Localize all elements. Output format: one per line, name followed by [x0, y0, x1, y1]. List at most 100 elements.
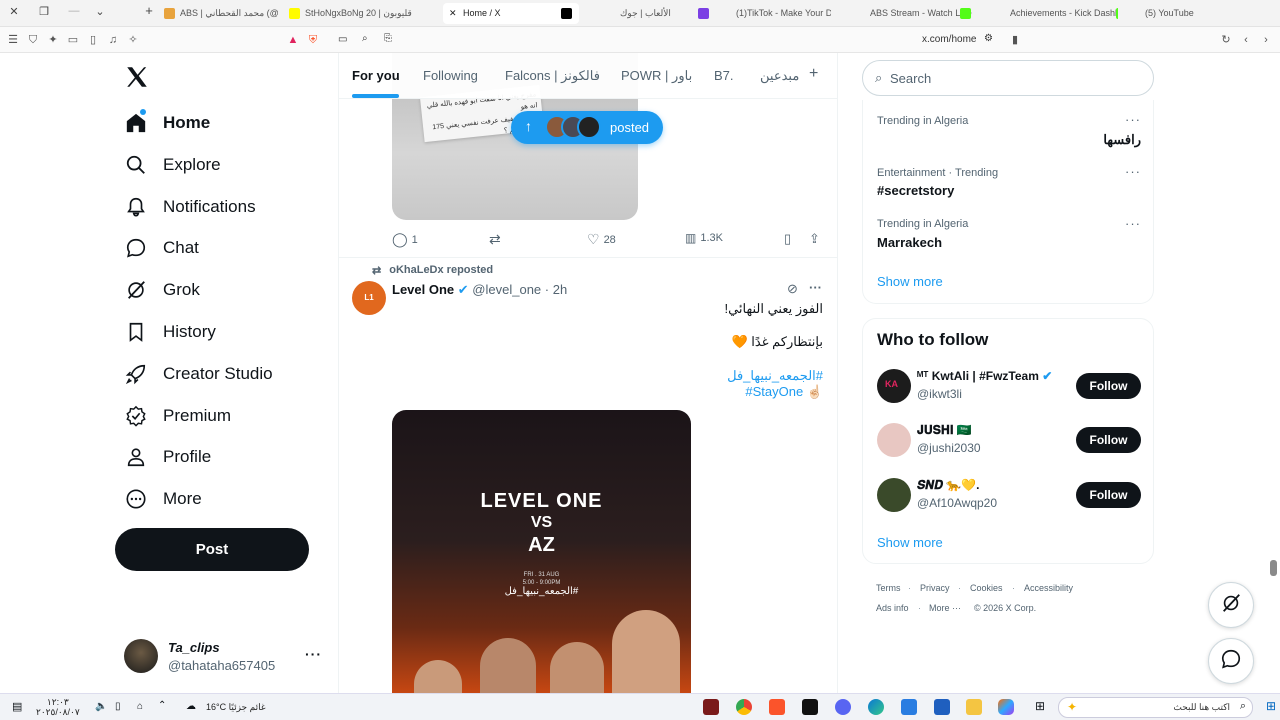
nav-profile[interactable]: Profile — [115, 437, 211, 477]
nav-grok[interactable]: Grok — [115, 270, 200, 310]
brave-shield-icon[interactable]: ⛨ — [306, 33, 320, 47]
post-media[interactable]: LEVEL ONE VS AZ FRI . 31 AUG 5:00 - 9:00… — [392, 410, 691, 693]
more-dots-icon[interactable]: ··· — [305, 646, 322, 662]
nav-history[interactable]: History — [115, 312, 216, 352]
follow-suggestion[interactable]: 𝐉𝐔𝐒𝐇𝐈 🇸🇦 @jushi2030 Follow — [863, 415, 1155, 465]
zoom-icon[interactable]: ⌕ — [362, 33, 368, 44]
more-dots-icon[interactable]: ··· — [809, 280, 822, 295]
footer-link[interactable]: Privacy — [920, 583, 950, 593]
close-window-icon[interactable]: ✕ — [6, 5, 22, 18]
author-name[interactable]: Level One — [392, 282, 454, 297]
more-dots-icon[interactable]: ··· — [1125, 112, 1141, 127]
tab-powr[interactable]: POWR | باور — [621, 68, 692, 84]
avatar[interactable]: L1 — [352, 281, 386, 315]
copilot-icon[interactable] — [998, 699, 1014, 715]
sidebar-icon[interactable]: ▯ — [86, 33, 100, 47]
app-icon[interactable] — [703, 699, 719, 715]
chrome-icon[interactable] — [736, 699, 752, 715]
follow-suggestion[interactable]: 𝑺𝑵𝑫 🐆💛. @Af10Awqp20 Follow — [863, 470, 1155, 520]
footer-link[interactable]: Ads info — [876, 603, 909, 613]
tab-for-you[interactable]: For you — [352, 68, 400, 83]
brave-icon[interactable] — [769, 699, 785, 715]
like-button[interactable]: ♡ 28 — [587, 231, 616, 248]
discord-icon[interactable] — [835, 699, 851, 715]
bookmark-button[interactable]: ▯ — [784, 231, 791, 247]
grok-icon[interactable]: ⊘ — [787, 281, 798, 297]
site-settings-icon[interactable]: ⚙ — [984, 33, 993, 44]
browser-tab[interactable]: ABS Stream - Watch Live on K — [850, 3, 974, 24]
hashtag-link[interactable]: #الجمعه_نبيها_فل — [727, 368, 823, 384]
repost-label[interactable]: oKhaLeDx reposted — [389, 264, 493, 277]
add-tab-icon[interactable]: + — [809, 65, 818, 83]
network-icon[interactable]: ▯ — [115, 701, 131, 717]
edge-icon[interactable] — [868, 699, 884, 715]
notification-icon[interactable]: ▤ — [12, 700, 28, 716]
show-more-link[interactable]: Show more — [877, 274, 943, 289]
footer-link[interactable]: Cookies — [970, 583, 1003, 593]
puzzle-icon[interactable]: ✧ — [126, 33, 140, 47]
tab-list-icon[interactable]: ⌄ — [92, 5, 108, 18]
capcut-icon[interactable] — [802, 699, 818, 715]
account-switcher[interactable]: Ta_clips @tahataha657405 ··· — [115, 634, 325, 678]
nav-premium[interactable]: Premium — [115, 396, 231, 436]
browser-tab[interactable]: ABS | محمد القحطاني (@absq — [160, 3, 278, 24]
restore-window-icon[interactable]: ❐ — [36, 5, 52, 18]
new-posts-pill[interactable]: ↑ posted — [511, 111, 663, 144]
clock[interactable]: ١٢:٠٣ ٢٠٢٥/٠٨/٠٧ — [36, 697, 80, 717]
start-icon[interactable]: ⊞ — [1263, 699, 1279, 715]
browser-tab[interactable]: StHoNgxBoNg 20 | قليوبون — [285, 3, 425, 24]
search-input[interactable]: ⌕ Search — [862, 60, 1154, 96]
reload-icon[interactable]: ↻ — [1219, 33, 1233, 47]
back-icon[interactable]: ‹ — [1239, 33, 1253, 47]
browser-tab[interactable]: (1)TikTok - Make Your Day — [716, 3, 831, 24]
url-text[interactable]: x.com/home — [922, 34, 976, 45]
follow-suggestion[interactable]: KA ᴹᵀ KwtAli | #FwzTeam ✔ @ikwt3li Follo… — [863, 361, 1155, 411]
nav-more[interactable]: More — [115, 479, 202, 519]
footer-link[interactable]: Terms — [876, 583, 901, 593]
grok-fab[interactable] — [1208, 582, 1254, 628]
store-icon[interactable] — [934, 699, 950, 715]
nav-notifications[interactable]: Notifications — [115, 187, 256, 227]
follow-button[interactable]: Follow — [1076, 373, 1141, 399]
footer-link[interactable]: Accessibility — [1024, 583, 1073, 593]
nav-home[interactable]: Home — [115, 103, 210, 143]
messages-fab[interactable] — [1208, 638, 1254, 684]
hashtag-link[interactable]: #StayOne ☝🏻 — [745, 384, 823, 400]
trend-item[interactable]: Entertainment · Trending ··· #secretstor… — [863, 158, 1155, 208]
more-dots-icon[interactable]: ··· — [1125, 164, 1141, 179]
more-dots-icon[interactable]: ··· — [1125, 216, 1141, 231]
tab-close-icon[interactable]: ✕ — [449, 3, 457, 24]
browser-tab[interactable]: (5) YouTube — [1125, 3, 1205, 24]
battery-icon[interactable]: ⌂ — [137, 701, 153, 717]
address-bar[interactable]: ▭ ⌕ ⎘ x.com/home ⚙ — [338, 30, 1002, 50]
share-button[interactable]: ⇪ — [809, 231, 820, 247]
post-button[interactable]: Post — [115, 528, 309, 571]
trend-item[interactable]: Trending in Algeria ··· رافسها — [863, 106, 1155, 156]
task-view-icon[interactable]: ⊞ — [1032, 699, 1048, 715]
footer-link[interactable]: More ··· — [929, 603, 961, 613]
warning-icon[interactable]: ▲ — [286, 33, 300, 47]
reply-button[interactable]: ◯ 1 — [392, 231, 418, 248]
translate-icon[interactable]: ⎘ — [384, 33, 392, 44]
tab-b7[interactable]: B7. — [714, 68, 734, 83]
repost-button[interactable]: ⇄ — [489, 231, 501, 248]
browser-tab[interactable]: الألعاب | جوك — [600, 3, 710, 24]
nav-chat[interactable]: Chat — [115, 228, 199, 268]
volume-icon[interactable]: 🔈 — [95, 701, 111, 717]
post-time[interactable]: 2h — [553, 282, 567, 297]
x-logo-icon[interactable] — [124, 64, 150, 90]
bookmark-page-icon[interactable]: ▮ — [1008, 33, 1022, 47]
folder-icon[interactable] — [966, 699, 982, 715]
minimize-window-icon[interactable]: — — [66, 5, 82, 17]
tab-creators[interactable]: مبدعين — [760, 68, 799, 84]
chevron-up-icon[interactable]: ⌃ — [158, 700, 174, 716]
author-handle[interactable]: @level_one — [472, 282, 541, 297]
browser-tab-active[interactable]: ✕ Home / X — [443, 3, 579, 24]
views-button[interactable]: ▥ 1.3K — [685, 231, 723, 245]
music-icon[interactable]: ♫ — [106, 33, 120, 47]
tab-falcons[interactable]: Falcons | فالكونز — [505, 68, 600, 84]
taskbar-search[interactable]: ✦ اكتب هنا للبحث ⌕ — [1058, 697, 1253, 718]
extension-icon[interactable]: ✦ — [46, 33, 60, 47]
nav-explore[interactable]: Explore — [115, 145, 221, 185]
wallet-icon[interactable]: ▭ — [66, 33, 80, 47]
